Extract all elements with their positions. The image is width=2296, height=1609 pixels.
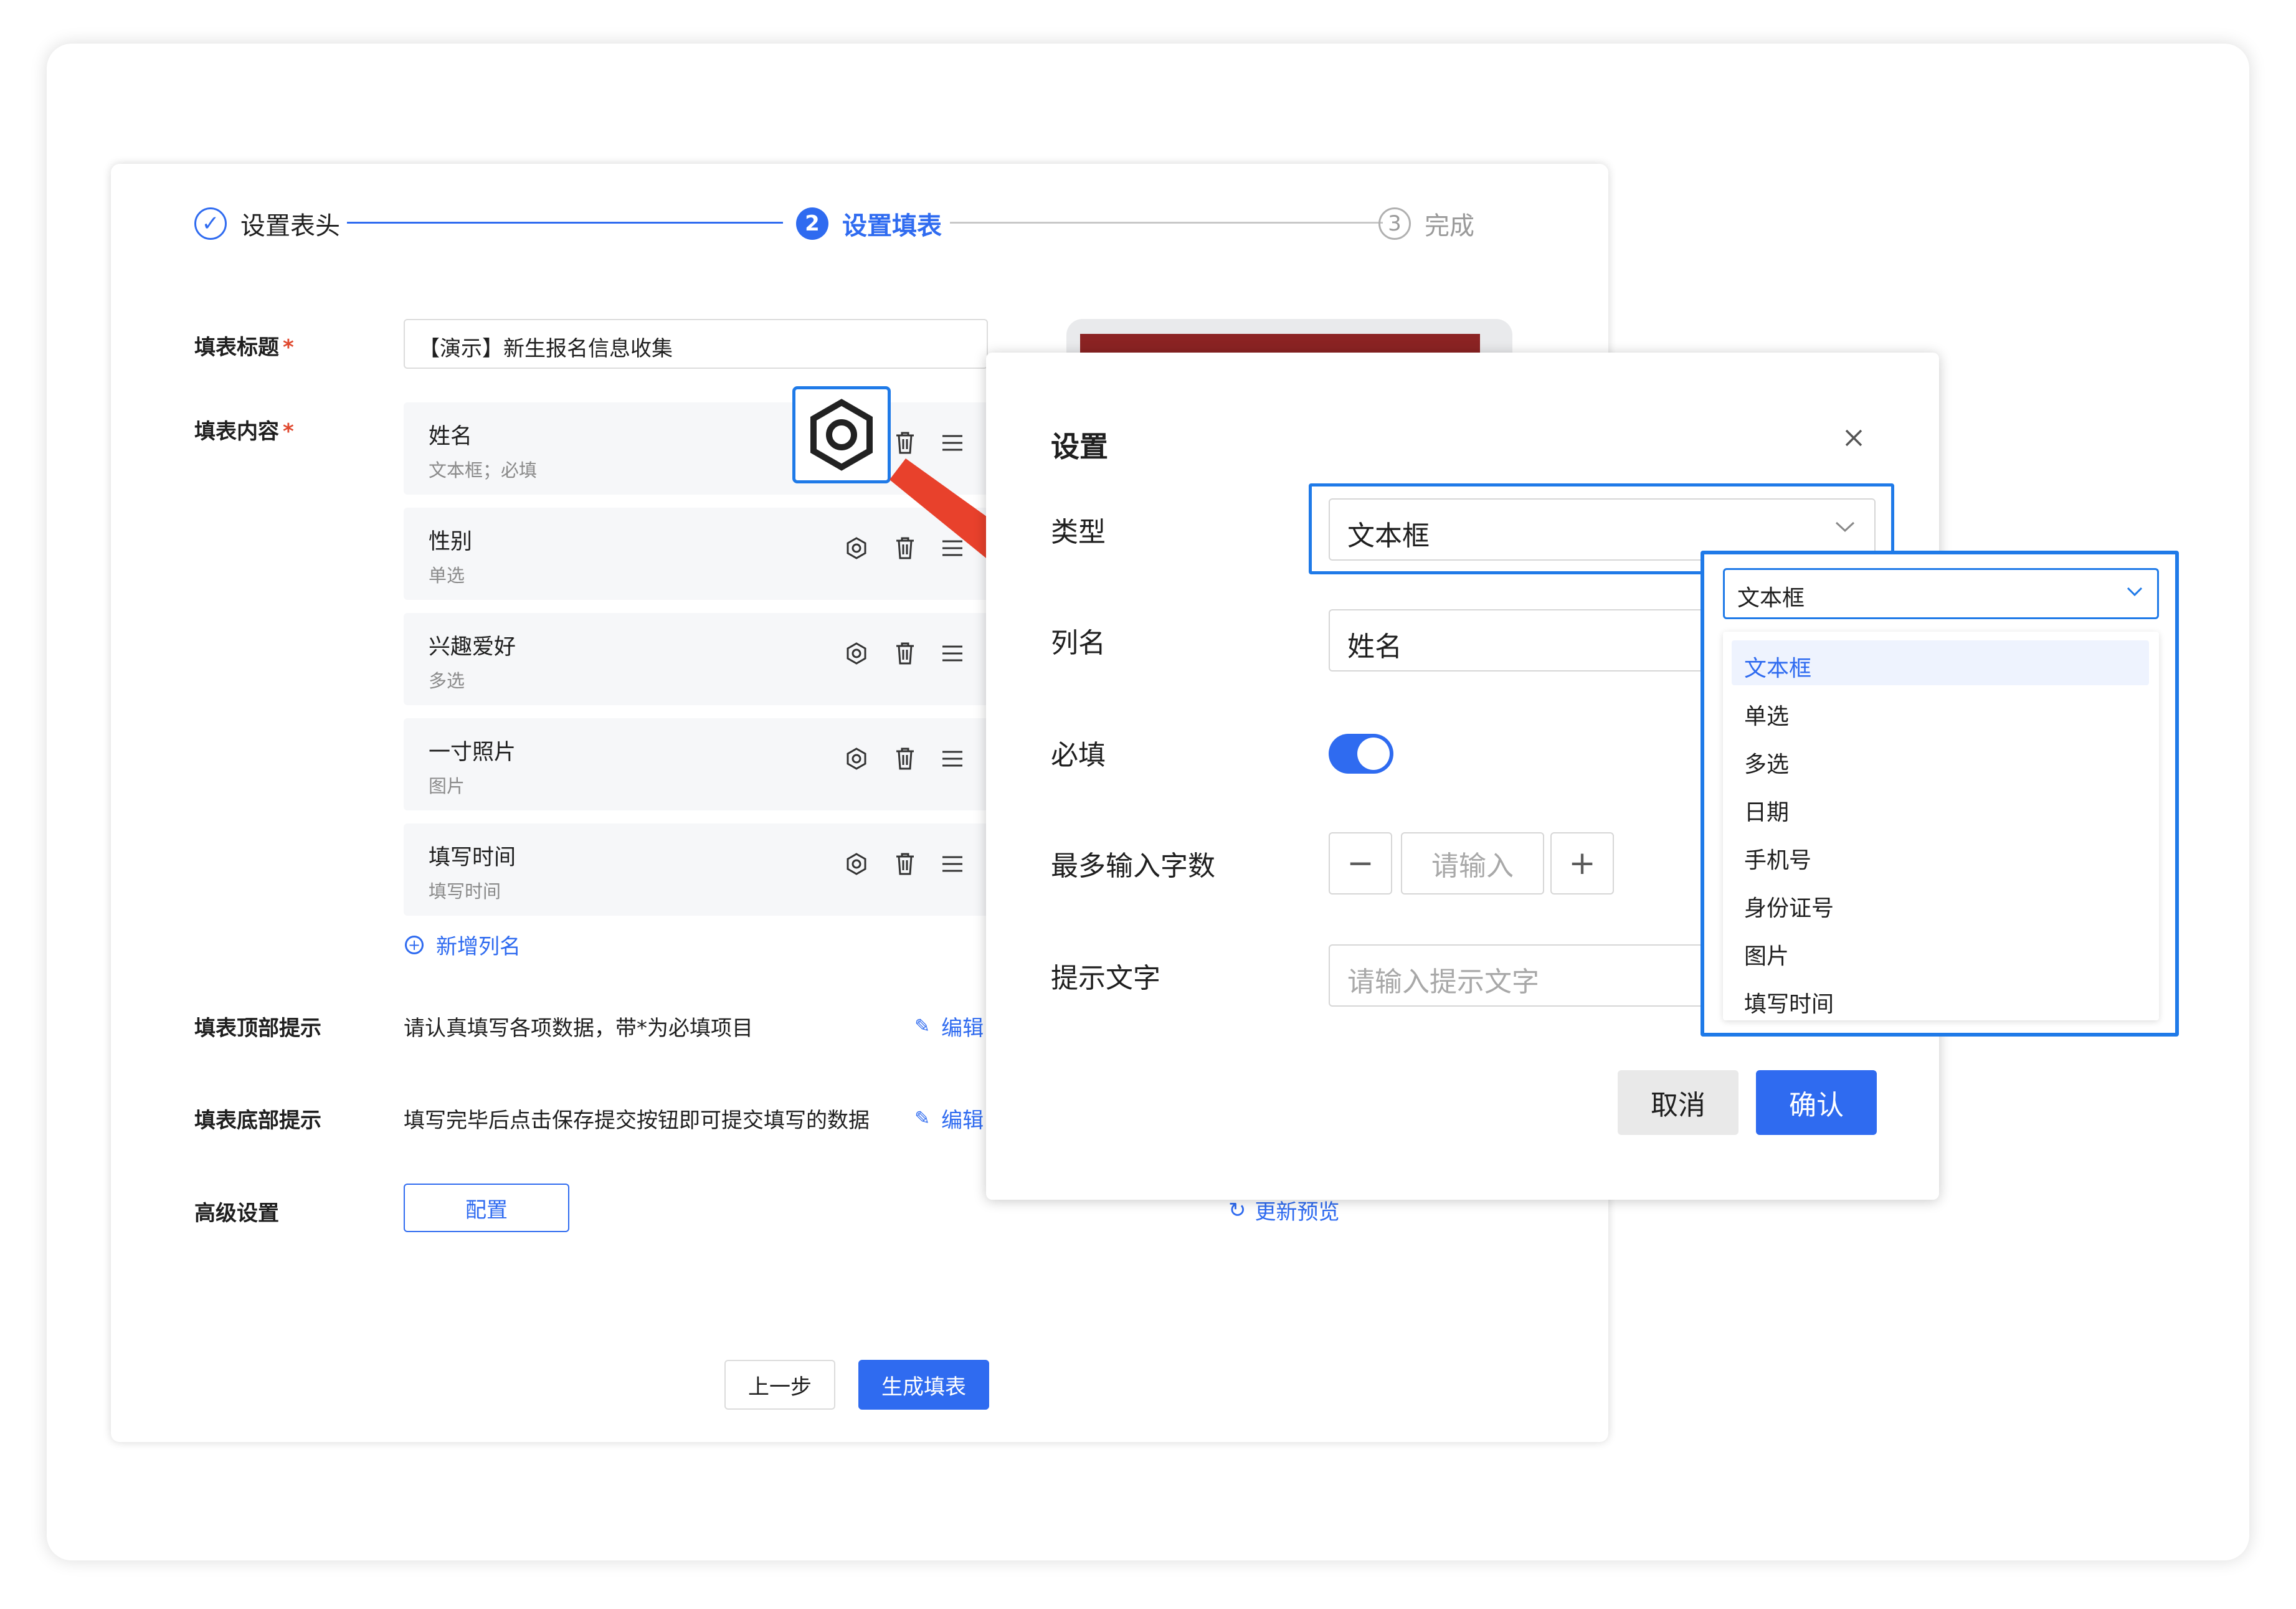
hint-text-label: 提示文字: [1051, 962, 1160, 994]
generate-form-button[interactable]: 生成填表: [858, 1360, 989, 1410]
add-column-link[interactable]: + 新增列名: [405, 929, 521, 960]
column-name-label: 列名: [1051, 627, 1106, 659]
add-column-label: 新增列名: [436, 934, 521, 959]
trash-icon[interactable]: [889, 638, 921, 669]
step-number: 2: [796, 207, 828, 240]
decrement-button[interactable]: −: [1329, 832, 1392, 895]
close-icon[interactable]: [1838, 422, 1869, 453]
dropdown-option[interactable]: 图片: [1732, 928, 2149, 973]
config-button[interactable]: 配置: [404, 1184, 569, 1232]
bottom-tip-label: 填表底部提示: [194, 1108, 321, 1133]
edit-bottom-tip-link[interactable]: ✎ 编辑: [914, 1103, 984, 1134]
dropdown-option[interactable]: 单选: [1732, 688, 2149, 733]
gear-icon[interactable]: [841, 743, 872, 774]
dropdown-option[interactable]: 身份证号: [1732, 880, 2149, 925]
drag-handle-icon[interactable]: [937, 638, 968, 669]
check-icon: ✓: [194, 207, 227, 240]
step-number: 3: [1378, 207, 1411, 240]
modal-title: 设置: [1051, 430, 1108, 463]
step-label: 设置表头: [240, 212, 340, 240]
field-item[interactable]: 填写时间 填写时间: [404, 823, 1002, 916]
field-type: 文本框；必填: [429, 460, 538, 481]
cancel-button[interactable]: 取消: [1618, 1070, 1739, 1135]
max-length-input[interactable]: 请输入: [1401, 832, 1544, 895]
field-type: 单选: [429, 565, 465, 586]
step-set-form[interactable]: 2 设置填表: [796, 206, 942, 242]
required-label: 必填: [1051, 739, 1106, 771]
required-mark: *: [283, 335, 294, 360]
field-type: 填写时间: [429, 881, 501, 902]
step-label: 设置填表: [842, 212, 942, 240]
field-type: 多选: [429, 670, 465, 691]
form-title-input[interactable]: 【演示】新生报名信息收集: [404, 319, 988, 369]
edit-label: 编辑: [941, 1108, 984, 1133]
gear-icon[interactable]: [841, 638, 872, 669]
gear-icon-highlighted[interactable]: [792, 386, 891, 483]
plus-circle-icon: +: [405, 935, 424, 954]
previous-step-button[interactable]: 上一步: [724, 1360, 835, 1410]
dropdown-option[interactable]: 填写时间: [1732, 976, 2149, 1021]
type-label: 类型: [1051, 516, 1106, 548]
type-dropdown-callout: 文本框 文本框 单选 多选 日期 手机号 身份证号 图片 填写时间: [1701, 551, 2179, 1037]
dropdown-option[interactable]: 日期: [1732, 784, 2149, 829]
toggle-knob: [1357, 738, 1390, 770]
dropdown-select[interactable]: 文本框: [1723, 568, 2159, 619]
form-title-label: 填表标题 *: [194, 335, 294, 360]
field-name: 兴趣爱好: [429, 635, 516, 660]
step-set-header[interactable]: ✓ 设置表头: [194, 206, 340, 242]
step-connector-pending: [950, 222, 1383, 224]
type-select-value: 文本框: [1347, 520, 1430, 552]
step-label: 完成: [1425, 212, 1474, 240]
trash-icon[interactable]: [889, 427, 921, 458]
field-name: 填写时间: [429, 845, 516, 870]
dropdown-options: 文本框 单选 多选 日期 手机号 身份证号 图片 填写时间: [1723, 632, 2159, 1020]
top-tip-label: 填表顶部提示: [194, 1016, 321, 1041]
field-type: 图片: [429, 776, 465, 797]
refresh-icon: ↻: [1228, 1197, 1246, 1223]
dropdown-option[interactable]: 手机号: [1732, 832, 2149, 877]
pencil-icon: ✎: [914, 1108, 931, 1129]
drag-handle-icon[interactable]: [937, 848, 968, 880]
chevron-down-icon: [1835, 521, 1855, 533]
pencil-icon: ✎: [914, 1015, 931, 1037]
trash-icon[interactable]: [889, 743, 921, 774]
max-length-label: 最多输入字数: [1051, 850, 1215, 882]
drag-handle-icon[interactable]: [937, 427, 968, 458]
step-finish[interactable]: 3 完成: [1378, 206, 1474, 242]
drag-handle-icon[interactable]: [937, 743, 968, 774]
required-mark: *: [283, 419, 294, 444]
gear-icon[interactable]: [841, 533, 872, 564]
increment-button[interactable]: +: [1550, 832, 1614, 895]
gear-icon: [810, 399, 873, 471]
field-name: 一寸照片: [429, 740, 516, 765]
advanced-settings-label: 高级设置: [194, 1201, 279, 1226]
bottom-tip-text: 填写完毕后点击保存提交按钮即可提交填写的数据: [404, 1108, 870, 1133]
step-connector-done: [347, 222, 783, 224]
field-item[interactable]: 兴趣爱好 多选: [404, 613, 1002, 705]
dropdown-option[interactable]: 多选: [1732, 736, 2149, 781]
gear-icon[interactable]: [841, 848, 872, 880]
top-tip-text: 请认真填写各项数据，带*为必填项目: [404, 1016, 753, 1041]
dropdown-option[interactable]: 文本框: [1732, 640, 2149, 685]
trash-icon[interactable]: [889, 848, 921, 880]
field-name: 性别: [429, 529, 473, 554]
form-content-label: 填表内容 *: [194, 419, 294, 444]
edit-label: 编辑: [941, 1016, 984, 1041]
edit-top-tip-link[interactable]: ✎ 编辑: [914, 1011, 984, 1042]
field-name: 姓名: [429, 424, 473, 449]
confirm-button[interactable]: 确认: [1756, 1070, 1877, 1135]
required-toggle[interactable]: [1329, 734, 1393, 774]
chevron-down-icon: [2127, 587, 2143, 597]
dropdown-selected-value: 文本框: [1737, 586, 1805, 611]
field-item[interactable]: 一寸照片 图片: [404, 718, 1002, 810]
